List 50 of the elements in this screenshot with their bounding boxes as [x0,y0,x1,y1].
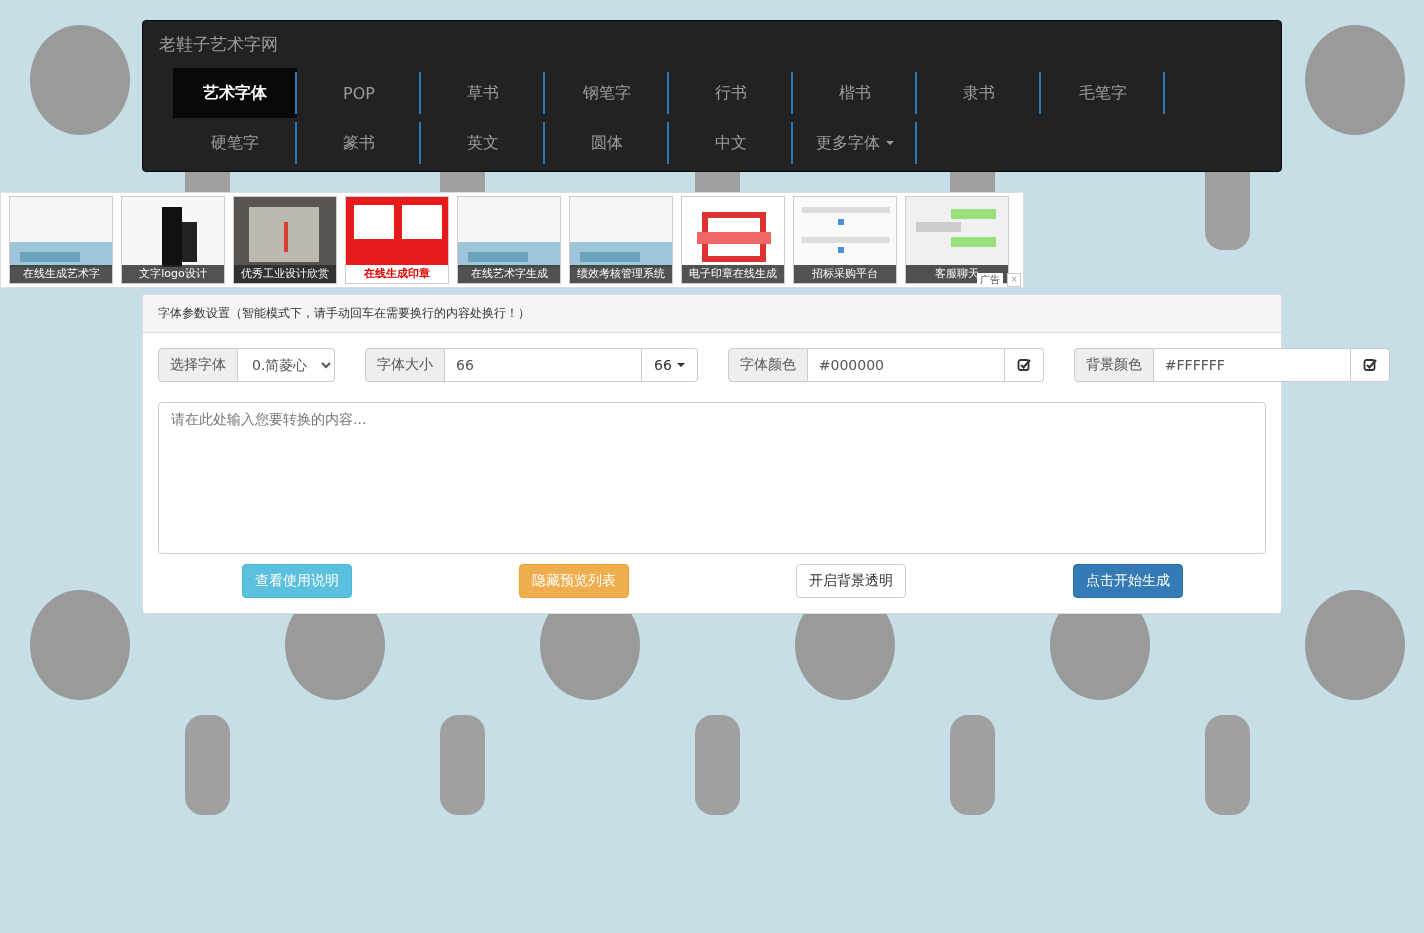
site-title: 老鞋子艺术字网 [159,33,279,56]
ad-caption: 文字logo设计 [122,265,224,283]
nav-link[interactable]: 行书 [669,68,793,118]
nav-link[interactable]: 圆体 [545,118,669,168]
check-square-icon [1362,358,1377,372]
ad-tile[interactable]: 优秀工业设计欣赏 [233,196,337,284]
nav-link[interactable]: 隶书 [917,68,1041,118]
size-field[interactable]: 66 [445,348,642,382]
ad-caption: 绩效考核管理系统 [570,265,672,283]
ad-caption: 优秀工业设计欣赏 [234,265,336,283]
nav-link[interactable]: 草书 [421,68,545,118]
field-label: 选择字体 [158,348,238,382]
field-label: 字体大小 [365,348,445,382]
pick-color-button[interactable] [1350,348,1390,382]
nav-link[interactable]: 艺术字体 [173,68,297,118]
pick-color-button[interactable] [1004,348,1044,382]
ad-caption: 在线生成艺术字 [10,265,112,283]
font-select[interactable]: 0.简菱心 [238,348,335,382]
nav-dropdown[interactable]: 更多字体 [793,118,917,168]
nav-link[interactable]: 楷书 [793,68,917,118]
nav-link[interactable]: 钢笔字 [545,68,669,118]
ad-badge: 广告 [977,273,1003,287]
nav-link[interactable]: 中文 [669,118,793,168]
ad-tile[interactable]: 电子印章在线生成 [681,196,785,284]
ad-caption: 电子印章在线生成 [682,265,784,283]
nav-link[interactable]: 硬笔字 [173,118,297,168]
ad-tile[interactable]: 文字logo设计 [121,196,225,284]
ad-tile[interactable]: 在线艺术字生成 [457,196,561,284]
ad-caption: 在线生成印章 [346,265,448,283]
color-field[interactable]: #000000 [807,348,1005,382]
ad-caption: 在线艺术字生成 [458,265,560,283]
color-field[interactable]: #FFFFFF [1153,348,1351,382]
field-label: 背景颜色 [1073,348,1154,382]
content-input[interactable]: 请在此处输入您要转换的内容... [158,402,1266,554]
ad-caption: 招标采购平台 [794,265,896,283]
nav-link[interactable]: 篆书 [297,118,421,168]
size-dropdown-button[interactable]: 66 [642,348,698,382]
caret-icon [886,141,894,145]
ad-tile[interactable]: 绩效考核管理系统 [569,196,673,284]
ad-tile[interactable]: 在线生成艺术字 [9,196,113,284]
action-button[interactable]: 开启背景透明 [795,564,906,598]
nav-link[interactable]: 英文 [421,118,545,168]
ad-tile[interactable]: 在线生成印章 [345,196,449,284]
check-square-icon [1016,358,1031,372]
nav-link[interactable]: 毛笔字 [1041,68,1165,118]
field-label: 字体颜色 [727,348,808,382]
nav-link[interactable]: POP [297,68,421,118]
action-button[interactable]: 点击开始生成 [1072,564,1183,598]
panel-heading: 字体参数设置（智能模式下，请手动回车在需要换行的内容处换行！） [143,295,1281,333]
ad-tile[interactable]: 招标采购平台 [793,196,897,284]
